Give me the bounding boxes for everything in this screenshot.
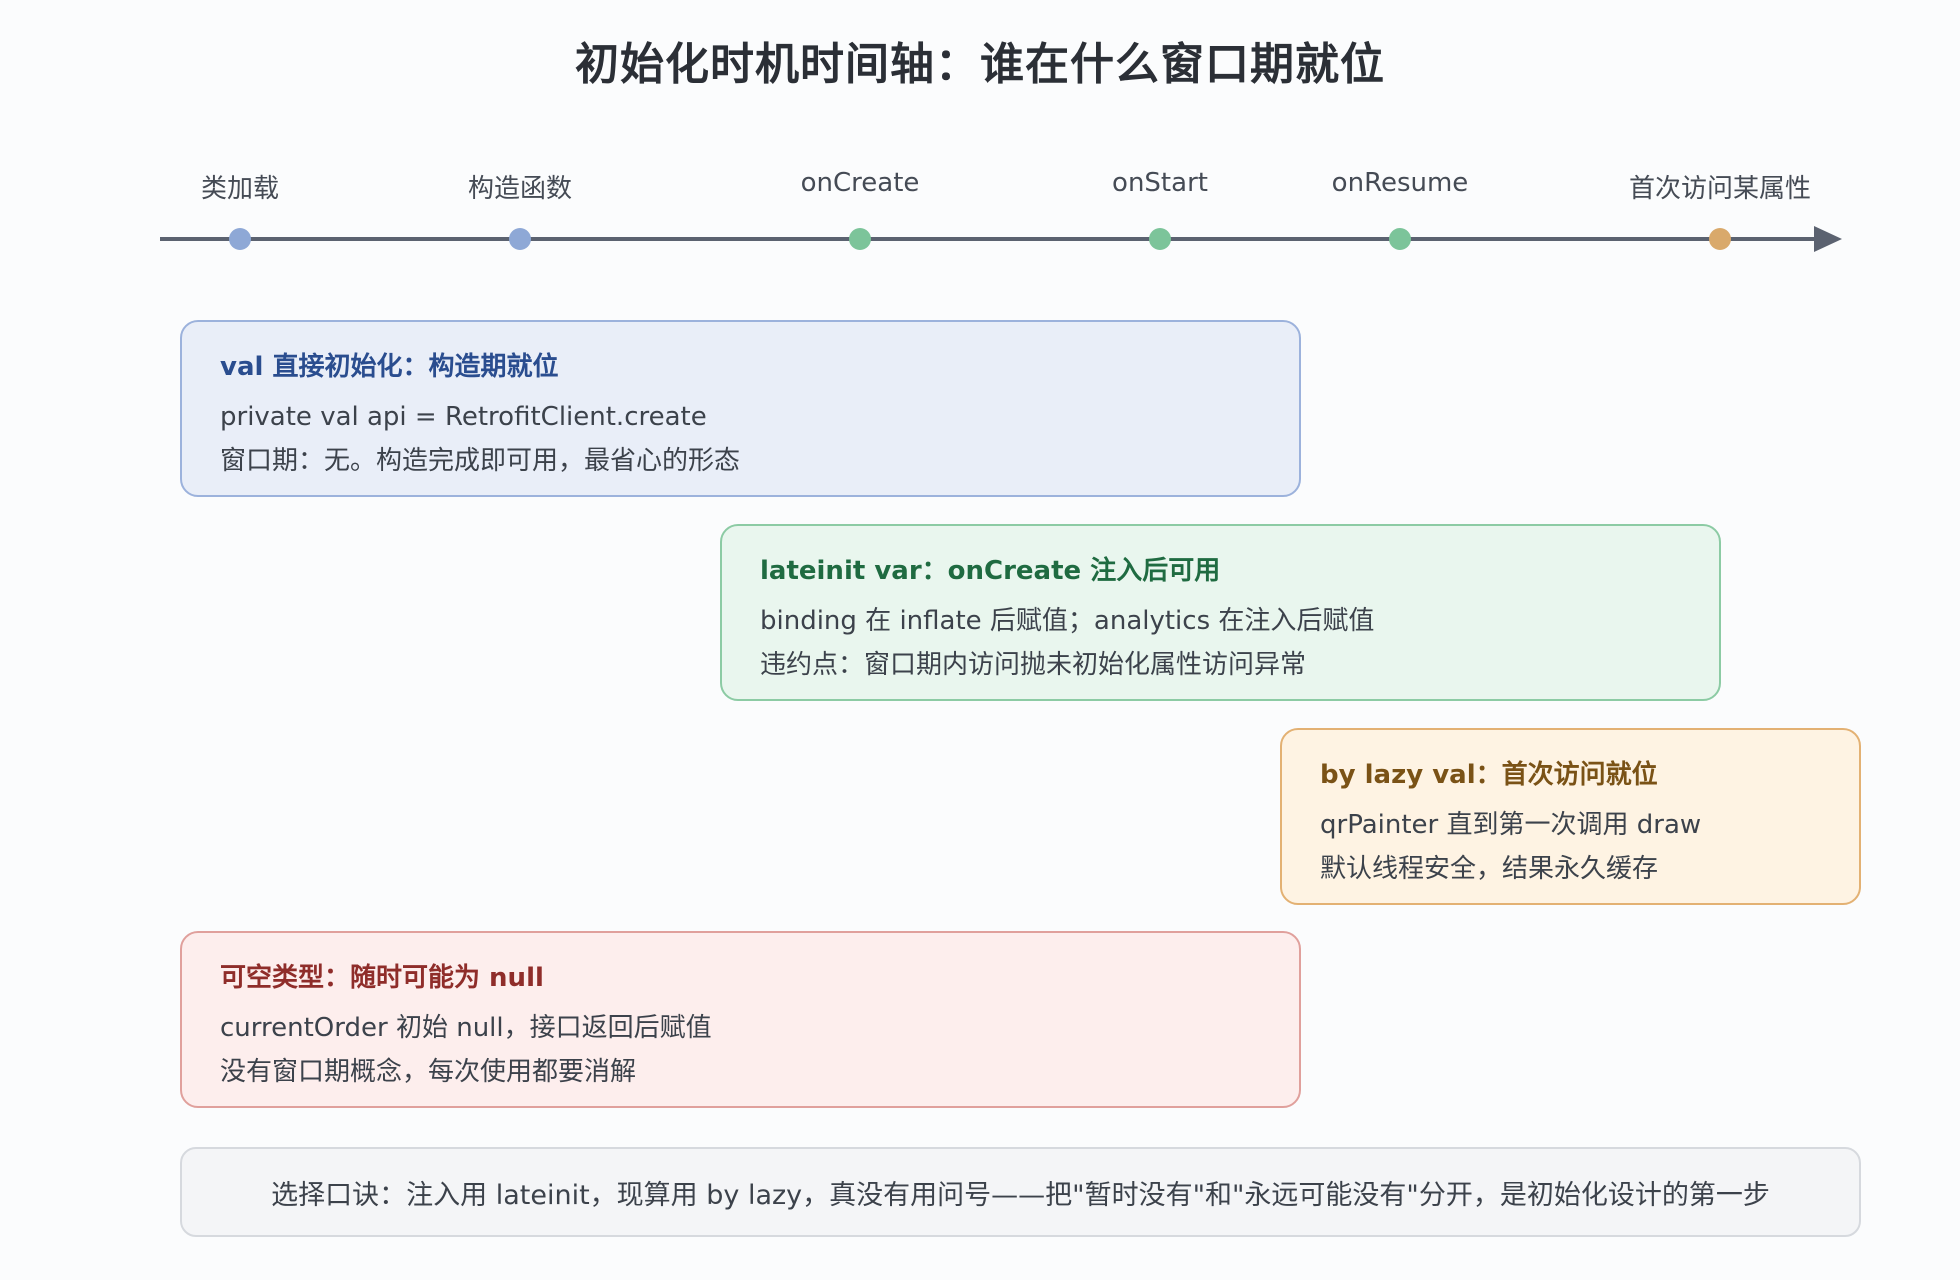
- card-code-line: binding 在 inflate 后赋值；analytics 在注入后赋值: [760, 606, 1375, 636]
- tick-label-first-access: 首次访问某属性: [1628, 174, 1812, 204]
- card-note-line: 没有窗口期概念，每次使用都要消解: [220, 1057, 637, 1087]
- timeline-dot-onstart: [1149, 228, 1171, 250]
- card-lateinit-var: lateinit var：onCreate 注入后可用 binding 在 in…: [720, 524, 1721, 701]
- timeline-arrow-icon: [1814, 226, 1842, 252]
- tick-label-constructor: 构造函数: [467, 174, 573, 204]
- timeline-axis: [160, 226, 1842, 252]
- card-code-line: currentOrder 初始 null，接口返回后赋值: [220, 1013, 712, 1043]
- card-code-line: qrPainter 直到第一次调用 draw: [1320, 810, 1702, 840]
- tick-label-onresume: onResume: [1331, 168, 1469, 198]
- card-title: val 直接初始化：构造期就位: [220, 352, 559, 382]
- timeline-dot-onresume: [1389, 228, 1411, 250]
- timeline-dot-class-load: [229, 228, 251, 250]
- card-nullable-type: 可空类型：随时可能为 null currentOrder 初始 null，接口返…: [180, 931, 1301, 1108]
- tick-label-class-load: 类加载: [200, 174, 280, 204]
- card-note-line: 窗口期：无。构造完成即可用，最省心的形态: [220, 446, 741, 476]
- tip-text: 选择口诀：注入用 lateinit，现算用 by lazy，真没有用问号——把"…: [271, 1179, 1770, 1211]
- timeline-dot-first-access: [1709, 228, 1731, 250]
- tick-label-oncreate: onCreate: [800, 168, 920, 198]
- timeline-dot-oncreate: [849, 228, 871, 250]
- card-note-line: 违约点：窗口期内访问抛未初始化属性访问异常: [760, 650, 1307, 680]
- tick-label-onstart: onStart: [1112, 168, 1208, 198]
- card-by-lazy-val: by lazy val：首次访问就位 qrPainter 直到第一次调用 dra…: [1280, 728, 1861, 905]
- card-val-direct-init: val 直接初始化：构造期就位 private val api = Retrof…: [180, 320, 1301, 497]
- card-title: lateinit var：onCreate 注入后可用: [760, 556, 1221, 586]
- tip-banner: 选择口诀：注入用 lateinit，现算用 by lazy，真没有用问号——把"…: [180, 1147, 1861, 1237]
- card-title: by lazy val：首次访问就位: [1320, 760, 1658, 790]
- card-code-line: private val api = RetrofitClient.create: [220, 402, 707, 432]
- card-title: 可空类型：随时可能为 null: [220, 963, 544, 993]
- card-note-line: 默认线程安全，结果永久缓存: [1320, 854, 1659, 884]
- timeline-dot-constructor: [509, 228, 531, 250]
